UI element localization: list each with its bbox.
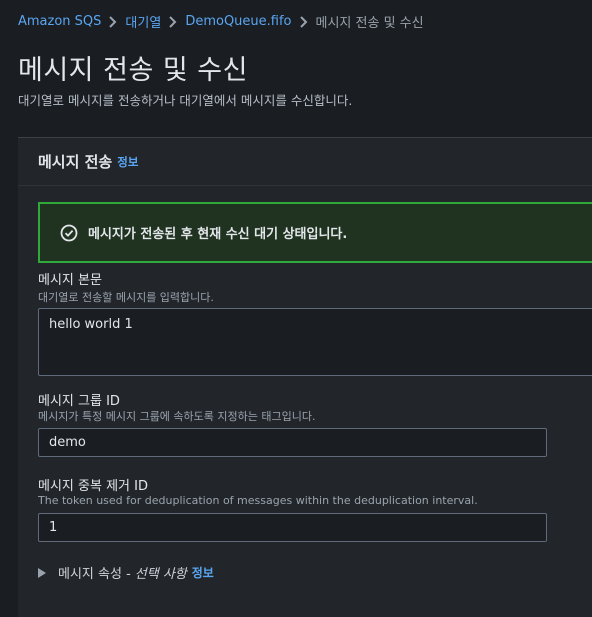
chevron-right-icon (292, 14, 316, 29)
breadcrumb-amazon-sqs[interactable]: Amazon SQS (18, 14, 101, 29)
info-link[interactable]: 정보 (117, 154, 138, 170)
panel-header: 메시지 전송 정보 (18, 138, 592, 186)
success-alert: 메시지가 전송된 후 현재 수신 대기 상태입니다. (38, 202, 592, 263)
send-message-panel: 메시지 전송 정보 메시지가 전송된 후 현재 수신 대기 상태입니다. 메시지… (18, 137, 592, 617)
page-description: 대기열로 메시지를 전송하거나 대기열에서 메시지를 수신합니다. (18, 93, 353, 108)
message-body-label: 메시지 본문 (38, 273, 102, 288)
message-group-id-input[interactable]: demo (38, 428, 547, 457)
deduplication-id-description: The token used for deduplication of mess… (38, 494, 478, 507)
optional-label: 선택 사항 (134, 567, 187, 582)
deduplication-id-label: 메시지 중복 제거 ID (38, 479, 148, 494)
chevron-right-icon (161, 14, 185, 29)
breadcrumb-queues[interactable]: 대기열 (125, 12, 161, 31)
attributes-info-link[interactable]: 정보 (192, 564, 214, 581)
panel-title: 메시지 전송 (38, 153, 113, 171)
check-circle-icon (60, 224, 78, 242)
message-attributes-label: 메시지 속성 - (58, 567, 131, 582)
message-attributes-expander[interactable]: 메시지 속성 - 선택 사항 정보 (38, 563, 214, 582)
message-body-description: 대기열로 전송할 메시지를 입력합니다. (38, 291, 214, 304)
caret-right-icon (38, 567, 46, 578)
breadcrumb: Amazon SQS 대기열 DemoQueue.fifo 메시지 전송 및 수… (18, 12, 424, 31)
alert-message: 메시지가 전송된 후 현재 수신 대기 상태입니다. (88, 227, 348, 242)
message-group-id-description: 메시지가 특정 메시지 그룹에 속하도록 지정하는 태그입니다. (38, 410, 316, 423)
chevron-right-icon (101, 14, 125, 29)
page-title: 메시지 전송 및 수신 (18, 55, 248, 86)
message-body-textarea[interactable]: hello world 1 (38, 308, 592, 376)
deduplication-id-input[interactable]: 1 (38, 513, 547, 542)
message-group-id-label: 메시지 그룹 ID (38, 394, 120, 409)
breadcrumb-queue-name[interactable]: DemoQueue.fifo (185, 14, 291, 29)
breadcrumb-current: 메시지 전송 및 수신 (315, 16, 424, 31)
